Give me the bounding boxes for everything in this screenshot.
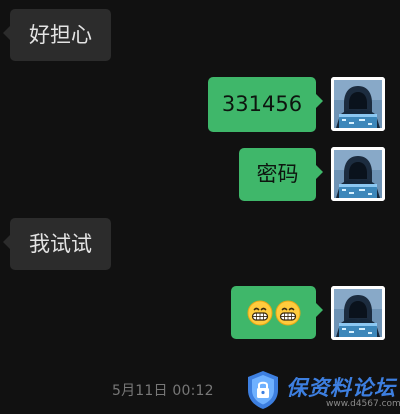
message-text: 密码 bbox=[256, 162, 299, 186]
message-bubble-incoming[interactable]: 我试试 bbox=[3, 218, 111, 270]
avatar[interactable] bbox=[331, 286, 385, 340]
message-bubble-outgoing[interactable] bbox=[231, 286, 323, 339]
watermark-url: www.d4567.com bbox=[326, 399, 400, 409]
bubble-tail bbox=[316, 165, 323, 179]
site-watermark: 保资料论坛 www.d4567.com bbox=[244, 368, 400, 414]
bubble-tail bbox=[3, 235, 10, 249]
message-bubble-outgoing[interactable]: 密码 bbox=[239, 148, 323, 201]
bubble-tail bbox=[316, 303, 323, 317]
watermark-title: 保资料论坛 bbox=[286, 375, 396, 400]
message-bubble-incoming[interactable]: 好担心 bbox=[3, 9, 111, 61]
bubble-tail bbox=[316, 94, 323, 108]
message-bubble-outgoing[interactable]: 331456 bbox=[208, 77, 323, 132]
grinning-face-emoji-icon bbox=[275, 300, 301, 326]
message-text: 我试试 bbox=[29, 231, 92, 256]
grinning-face-emoji-icon bbox=[247, 300, 273, 326]
hacker-avatar-icon bbox=[331, 77, 385, 131]
message-text: 好担心 bbox=[29, 22, 92, 47]
avatar[interactable] bbox=[331, 77, 385, 131]
bubble-tail bbox=[3, 26, 10, 40]
avatar[interactable] bbox=[331, 147, 385, 201]
hacker-avatar-icon bbox=[331, 286, 385, 340]
lock-shield-icon bbox=[248, 371, 278, 409]
message-timestamp: 5月11日 00:12 bbox=[112, 383, 214, 399]
hacker-avatar-icon bbox=[331, 147, 385, 201]
message-text: 331456 bbox=[221, 92, 303, 116]
